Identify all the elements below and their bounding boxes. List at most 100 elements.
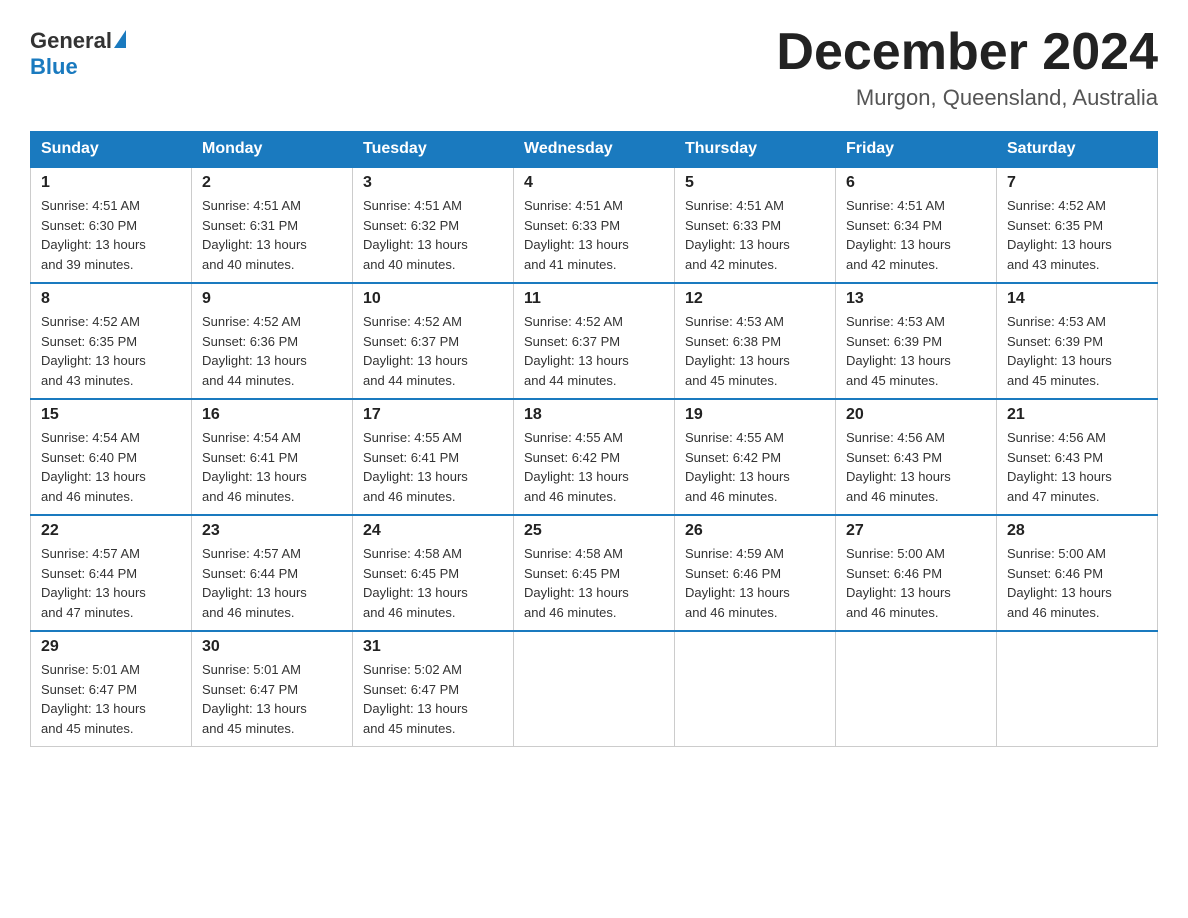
calendar-body: 1 Sunrise: 4:51 AM Sunset: 6:30 PM Dayli… [31, 167, 1158, 747]
day-number: 16 [202, 406, 342, 424]
table-row: 11 Sunrise: 4:52 AM Sunset: 6:37 PM Dayl… [514, 283, 675, 399]
day-number: 13 [846, 290, 986, 308]
table-row: 7 Sunrise: 4:52 AM Sunset: 6:35 PM Dayli… [997, 167, 1158, 283]
day-number: 25 [524, 522, 664, 540]
day-number: 21 [1007, 406, 1147, 424]
day-number: 8 [41, 290, 181, 308]
day-info: Sunrise: 4:51 AM Sunset: 6:33 PM Dayligh… [685, 196, 825, 274]
day-info: Sunrise: 4:53 AM Sunset: 6:39 PM Dayligh… [1007, 312, 1147, 390]
calendar-subtitle: Murgon, Queensland, Australia [776, 85, 1158, 111]
day-number: 1 [41, 174, 181, 192]
day-info: Sunrise: 4:52 AM Sunset: 6:35 PM Dayligh… [41, 312, 181, 390]
table-row: 24 Sunrise: 4:58 AM Sunset: 6:45 PM Dayl… [353, 515, 514, 631]
day-info: Sunrise: 4:57 AM Sunset: 6:44 PM Dayligh… [202, 544, 342, 622]
day-info: Sunrise: 5:00 AM Sunset: 6:46 PM Dayligh… [846, 544, 986, 622]
table-row: 15 Sunrise: 4:54 AM Sunset: 6:40 PM Dayl… [31, 399, 192, 515]
table-row [836, 631, 997, 747]
day-info: Sunrise: 4:55 AM Sunset: 6:42 PM Dayligh… [685, 428, 825, 506]
table-row: 16 Sunrise: 4:54 AM Sunset: 6:41 PM Dayl… [192, 399, 353, 515]
table-row: 30 Sunrise: 5:01 AM Sunset: 6:47 PM Dayl… [192, 631, 353, 747]
table-row: 31 Sunrise: 5:02 AM Sunset: 6:47 PM Dayl… [353, 631, 514, 747]
col-thursday: Thursday [675, 132, 836, 168]
table-row: 1 Sunrise: 4:51 AM Sunset: 6:30 PM Dayli… [31, 167, 192, 283]
table-row: 5 Sunrise: 4:51 AM Sunset: 6:33 PM Dayli… [675, 167, 836, 283]
table-row: 26 Sunrise: 4:59 AM Sunset: 6:46 PM Dayl… [675, 515, 836, 631]
col-wednesday: Wednesday [514, 132, 675, 168]
day-number: 20 [846, 406, 986, 424]
page-header: General Blue December 2024 Murgon, Queen… [30, 24, 1158, 111]
day-number: 18 [524, 406, 664, 424]
day-number: 27 [846, 522, 986, 540]
table-row [675, 631, 836, 747]
table-row: 9 Sunrise: 4:52 AM Sunset: 6:36 PM Dayli… [192, 283, 353, 399]
table-row: 3 Sunrise: 4:51 AM Sunset: 6:32 PM Dayli… [353, 167, 514, 283]
col-tuesday: Tuesday [353, 132, 514, 168]
day-info: Sunrise: 4:58 AM Sunset: 6:45 PM Dayligh… [524, 544, 664, 622]
day-number: 31 [363, 638, 503, 656]
col-saturday: Saturday [997, 132, 1158, 168]
day-number: 22 [41, 522, 181, 540]
table-row: 21 Sunrise: 4:56 AM Sunset: 6:43 PM Dayl… [997, 399, 1158, 515]
day-number: 24 [363, 522, 503, 540]
table-row: 29 Sunrise: 5:01 AM Sunset: 6:47 PM Dayl… [31, 631, 192, 747]
table-row: 18 Sunrise: 4:55 AM Sunset: 6:42 PM Dayl… [514, 399, 675, 515]
col-sunday: Sunday [31, 132, 192, 168]
day-number: 14 [1007, 290, 1147, 308]
title-area: December 2024 Murgon, Queensland, Austra… [776, 24, 1158, 111]
day-info: Sunrise: 4:53 AM Sunset: 6:39 PM Dayligh… [846, 312, 986, 390]
day-info: Sunrise: 4:56 AM Sunset: 6:43 PM Dayligh… [1007, 428, 1147, 506]
col-friday: Friday [836, 132, 997, 168]
day-number: 9 [202, 290, 342, 308]
day-number: 30 [202, 638, 342, 656]
table-row: 23 Sunrise: 4:57 AM Sunset: 6:44 PM Dayl… [192, 515, 353, 631]
table-row: 13 Sunrise: 4:53 AM Sunset: 6:39 PM Dayl… [836, 283, 997, 399]
day-number: 7 [1007, 174, 1147, 192]
day-info: Sunrise: 4:55 AM Sunset: 6:42 PM Dayligh… [524, 428, 664, 506]
day-info: Sunrise: 4:52 AM Sunset: 6:37 PM Dayligh… [524, 312, 664, 390]
day-info: Sunrise: 4:51 AM Sunset: 6:32 PM Dayligh… [363, 196, 503, 274]
day-info: Sunrise: 4:52 AM Sunset: 6:36 PM Dayligh… [202, 312, 342, 390]
table-row: 10 Sunrise: 4:52 AM Sunset: 6:37 PM Dayl… [353, 283, 514, 399]
day-info: Sunrise: 4:59 AM Sunset: 6:46 PM Dayligh… [685, 544, 825, 622]
logo: General Blue [30, 24, 126, 80]
table-row: 19 Sunrise: 4:55 AM Sunset: 6:42 PM Dayl… [675, 399, 836, 515]
day-info: Sunrise: 4:51 AM Sunset: 6:31 PM Dayligh… [202, 196, 342, 274]
logo-general-text: General [30, 28, 112, 54]
table-row [514, 631, 675, 747]
day-info: Sunrise: 4:51 AM Sunset: 6:33 PM Dayligh… [524, 196, 664, 274]
table-row: 6 Sunrise: 4:51 AM Sunset: 6:34 PM Dayli… [836, 167, 997, 283]
table-row: 4 Sunrise: 4:51 AM Sunset: 6:33 PM Dayli… [514, 167, 675, 283]
table-row: 8 Sunrise: 4:52 AM Sunset: 6:35 PM Dayli… [31, 283, 192, 399]
table-row: 27 Sunrise: 5:00 AM Sunset: 6:46 PM Dayl… [836, 515, 997, 631]
day-info: Sunrise: 4:53 AM Sunset: 6:38 PM Dayligh… [685, 312, 825, 390]
calendar-header: Sunday Monday Tuesday Wednesday Thursday… [31, 132, 1158, 168]
day-number: 3 [363, 174, 503, 192]
table-row: 14 Sunrise: 4:53 AM Sunset: 6:39 PM Dayl… [997, 283, 1158, 399]
day-number: 6 [846, 174, 986, 192]
day-number: 17 [363, 406, 503, 424]
day-info: Sunrise: 5:00 AM Sunset: 6:46 PM Dayligh… [1007, 544, 1147, 622]
day-number: 5 [685, 174, 825, 192]
table-row [997, 631, 1158, 747]
day-info: Sunrise: 5:01 AM Sunset: 6:47 PM Dayligh… [202, 660, 342, 738]
day-number: 10 [363, 290, 503, 308]
day-number: 11 [524, 290, 664, 308]
day-number: 2 [202, 174, 342, 192]
table-row: 12 Sunrise: 4:53 AM Sunset: 6:38 PM Dayl… [675, 283, 836, 399]
table-row: 2 Sunrise: 4:51 AM Sunset: 6:31 PM Dayli… [192, 167, 353, 283]
table-row: 20 Sunrise: 4:56 AM Sunset: 6:43 PM Dayl… [836, 399, 997, 515]
day-number: 23 [202, 522, 342, 540]
day-number: 29 [41, 638, 181, 656]
day-number: 28 [1007, 522, 1147, 540]
day-info: Sunrise: 4:51 AM Sunset: 6:34 PM Dayligh… [846, 196, 986, 274]
day-info: Sunrise: 5:01 AM Sunset: 6:47 PM Dayligh… [41, 660, 181, 738]
day-info: Sunrise: 4:52 AM Sunset: 6:37 PM Dayligh… [363, 312, 503, 390]
day-info: Sunrise: 4:55 AM Sunset: 6:41 PM Dayligh… [363, 428, 503, 506]
table-row: 17 Sunrise: 4:55 AM Sunset: 6:41 PM Dayl… [353, 399, 514, 515]
day-info: Sunrise: 4:52 AM Sunset: 6:35 PM Dayligh… [1007, 196, 1147, 274]
table-row: 22 Sunrise: 4:57 AM Sunset: 6:44 PM Dayl… [31, 515, 192, 631]
day-info: Sunrise: 4:54 AM Sunset: 6:40 PM Dayligh… [41, 428, 181, 506]
logo-triangle-icon [114, 30, 126, 48]
day-number: 26 [685, 522, 825, 540]
table-row: 25 Sunrise: 4:58 AM Sunset: 6:45 PM Dayl… [514, 515, 675, 631]
